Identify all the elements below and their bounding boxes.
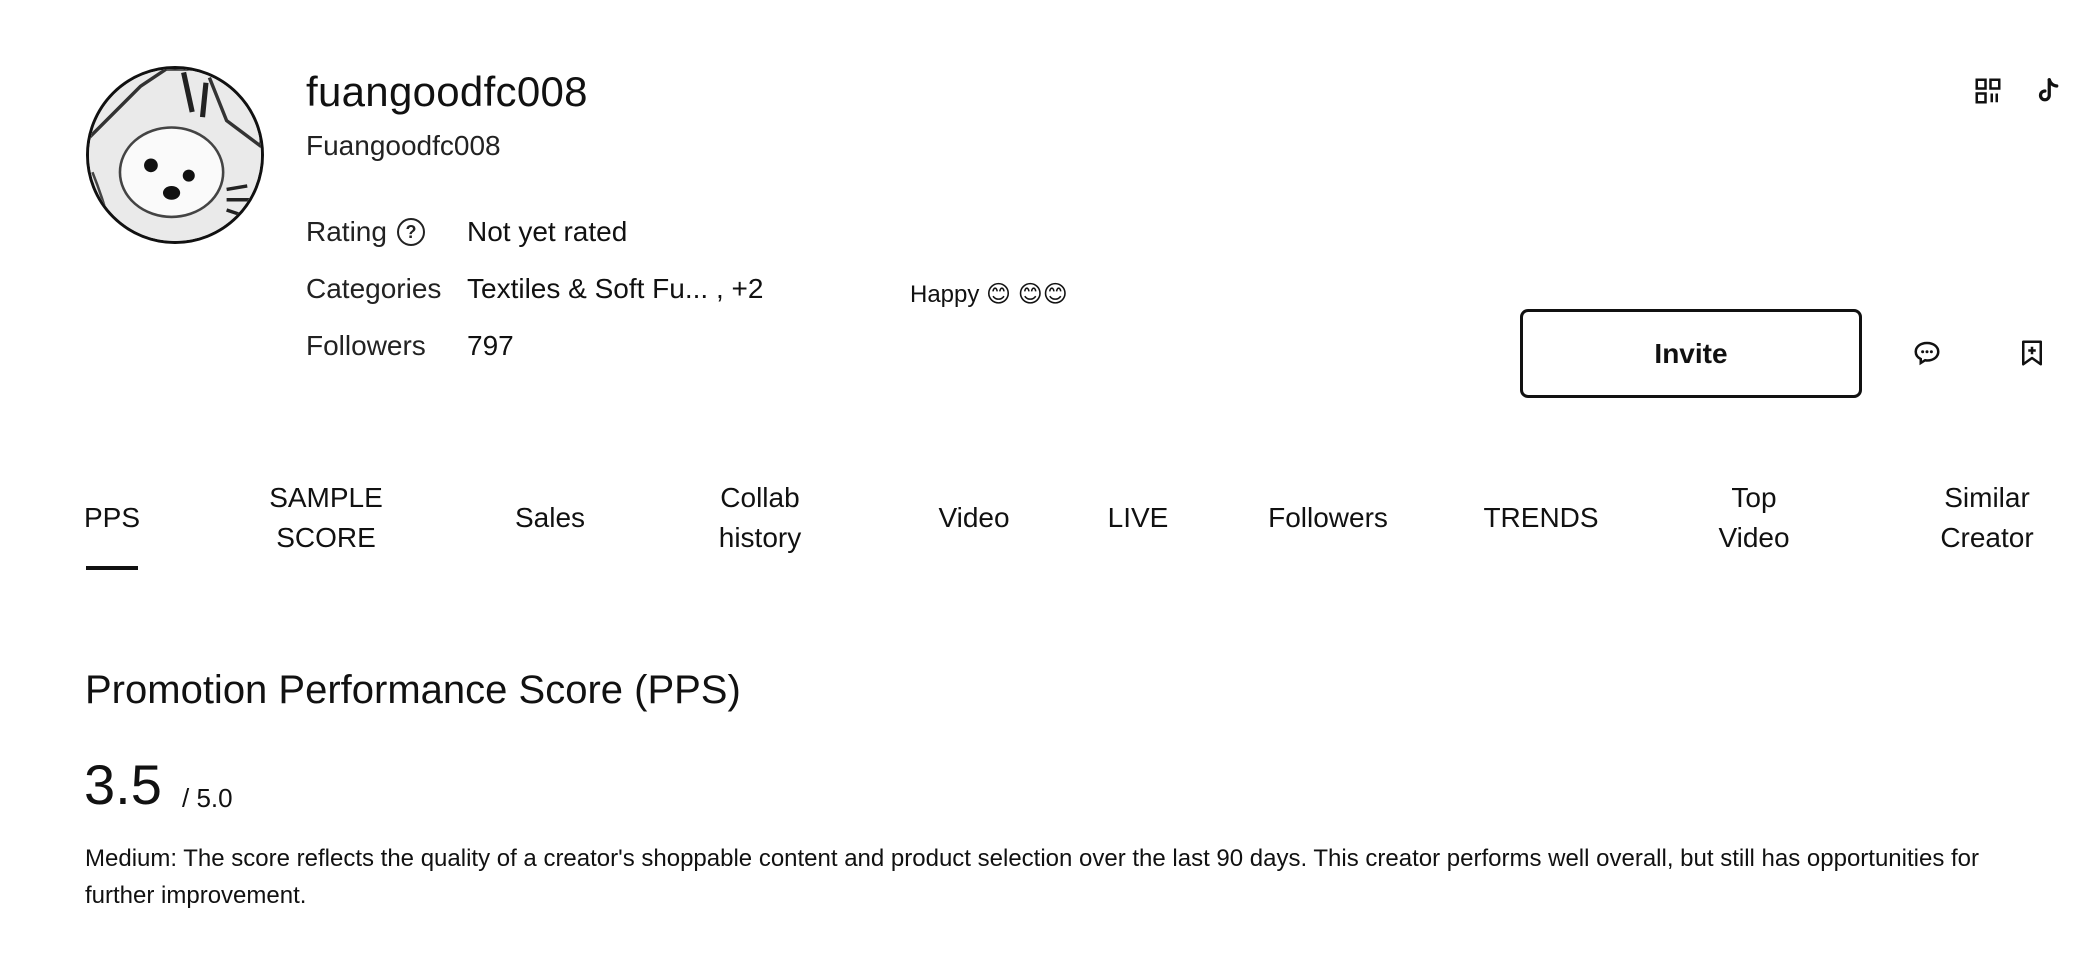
qr-code-icon[interactable] <box>1971 74 2005 108</box>
avatar <box>86 66 264 244</box>
tab-collab-history[interactable]: Collab history <box>700 476 820 560</box>
pps-score-value: 3.5 <box>84 753 162 816</box>
followers-label: Followers <box>306 330 426 361</box>
tab-trends[interactable]: TRENDS <box>1476 476 1606 560</box>
rating-label-text: Rating <box>306 216 387 247</box>
tab-video[interactable]: Video <box>924 476 1024 560</box>
rating-value: Not yet rated <box>467 216 628 247</box>
tiktok-logo-icon[interactable] <box>2031 74 2065 108</box>
pps-description: Medium: The score reflects the quality o… <box>85 840 2045 914</box>
pps-level: Medium <box>85 845 171 872</box>
tab-top-video[interactable]: Top Video <box>1694 476 1814 560</box>
question-circle-icon[interactable]: ? <box>396 218 425 246</box>
pps-score-max: / 5.0 <box>182 783 233 813</box>
tab-similar-creator[interactable]: Similar Creator <box>1922 476 2052 560</box>
creator-profile-page: fuangoodfc008 Fuangoodfc008 Rating ? Not… <box>0 0 2074 968</box>
categories-value[interactable]: Textiles & Soft Fu... , +2 <box>467 273 763 305</box>
pps-section-title: Promotion Performance Score (PPS) <box>85 668 741 712</box>
bio: Happy 😊 😊😊 <box>910 281 1068 308</box>
chat-bubble-icon[interactable] <box>1910 336 1944 370</box>
followers-value: 797 <box>467 330 514 361</box>
nickname: Fuangoodfc008 <box>306 130 501 161</box>
active-tab-indicator <box>86 566 138 570</box>
tab-followers[interactable]: Followers <box>1254 476 1402 560</box>
rating-label: Rating ? <box>306 216 425 248</box>
pps-description-text: : The score reflects the quality of a cr… <box>85 845 1979 909</box>
tab-sample-score[interactable]: SAMPLE SCORE <box>254 476 398 560</box>
tab-live[interactable]: LIVE <box>1096 476 1180 560</box>
invite-button[interactable]: Invite <box>1520 309 1862 398</box>
categories-label: Categories <box>306 273 442 304</box>
tab-sales[interactable]: Sales <box>500 476 600 560</box>
tab-pps[interactable]: PPS <box>76 476 148 560</box>
bookmark-add-icon[interactable] <box>2015 336 2049 370</box>
username: fuangoodfc008 <box>306 68 588 115</box>
avatar-image <box>89 69 261 241</box>
